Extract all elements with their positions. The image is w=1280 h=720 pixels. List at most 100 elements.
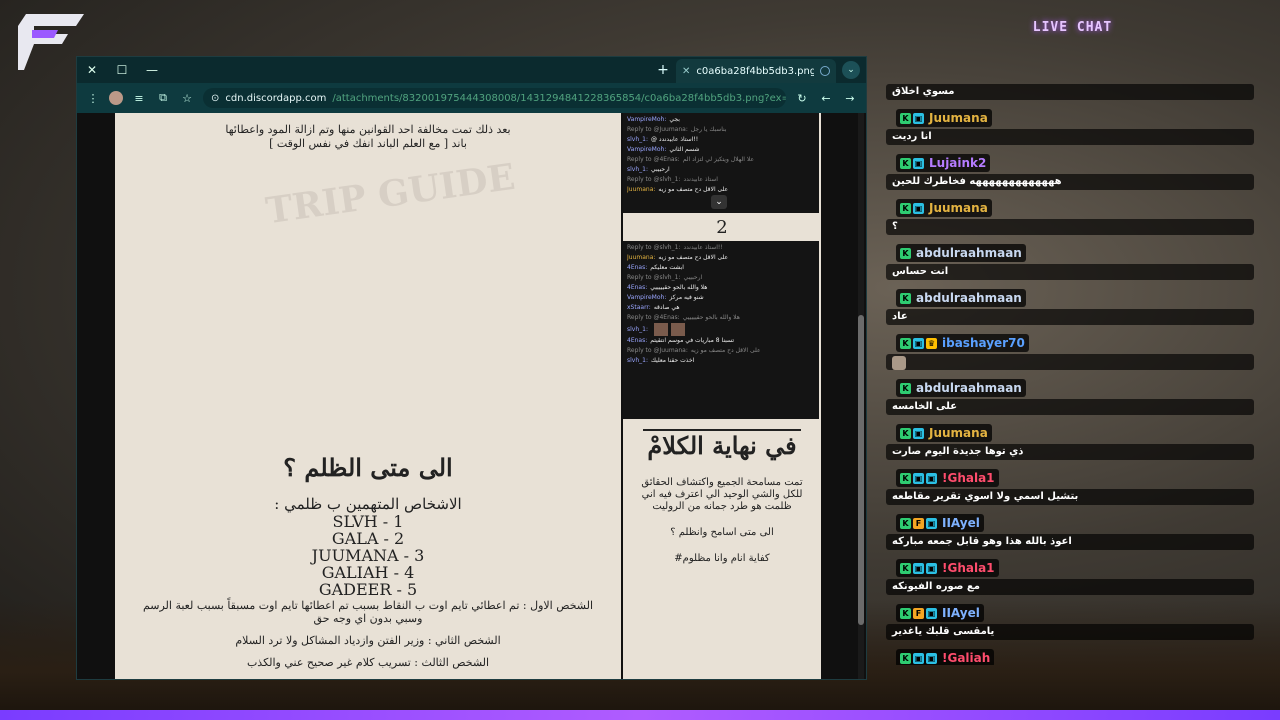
mod-badge-icon: K	[900, 562, 911, 574]
vertical-scrollbar[interactable]	[858, 113, 864, 679]
screenshot-chat-line: Reply to @slvh_1: استاذ عابيدندد	[627, 175, 815, 185]
screenshot-message: على الاقل دح متصف مو زيه	[658, 254, 729, 261]
chat-username[interactable]: Lujaink2	[929, 156, 986, 170]
screenshot-message: تسبنا 8 مباريات في موسم انتقيتم	[650, 337, 734, 344]
chat-username-row[interactable]: Kabdulraahmaan	[896, 244, 1026, 262]
scrollbar-thumb[interactable]	[858, 315, 864, 625]
chat-message: هههههههههههههه فخاطرك للحين	[886, 174, 1254, 190]
chat-message-text: انا رديت	[892, 131, 932, 142]
screenshot-username: Reply to @slvh_1:	[627, 274, 681, 281]
chat-message: ؟	[886, 219, 1254, 235]
forward-icon[interactable]: →	[842, 92, 858, 105]
chat-username-row[interactable]: K ▣ Juumana	[896, 424, 992, 442]
chat-username[interactable]: !Ghala1	[942, 561, 995, 575]
close-tab-icon[interactable]: ✕	[682, 66, 690, 77]
chat-username[interactable]: !Galiah	[942, 651, 990, 665]
chat-message: ذي توها جديدة اليوم صارت	[886, 444, 1254, 460]
mod-badge-icon: K	[900, 517, 911, 529]
vip-badge-icon: ▣	[913, 427, 924, 439]
mod-badge-icon: K	[900, 427, 911, 439]
live-chat-panel: مسوي اخلاق K ▣ Juumana انا رديت K ▣ Lujaink2 ههه…	[886, 60, 1258, 665]
vip-badge-icon: ▣	[926, 472, 937, 484]
chat-username[interactable]: abdulraahmaan	[916, 246, 1022, 260]
mod-badge-icon: K	[900, 157, 911, 169]
chat-username-row[interactable]: K ▣ ▣ !Galiah	[896, 649, 995, 665]
screenshot-message: هي صادقه	[653, 304, 680, 311]
accused-item: GALA - 2	[331, 529, 405, 548]
menu-kebab-icon[interactable]: ⋮	[85, 92, 101, 105]
screenshot-username: Reply to @4Enas:	[627, 156, 680, 163]
screenshot-message: هلا والله بالحو حقيييييي	[682, 314, 740, 321]
chat-message-text: بتشيل اسمي ولا اسوي تقرير مقاطعه	[892, 491, 1079, 502]
chat-username[interactable]: IIAyel	[942, 516, 980, 530]
chat-username-row[interactable]: K ▣ ▣ !Ghala1	[896, 469, 999, 487]
reload-icon[interactable]: ↻	[794, 92, 810, 105]
screenshot-username: Reply to @4Enas:	[627, 314, 680, 321]
vip-badge-icon: ▣	[913, 202, 924, 214]
chat-username-row[interactable]: K ▣ Lujaink2	[896, 154, 991, 172]
chat-username-row[interactable]: K ▣ ♛ ibashayer70	[896, 334, 1029, 352]
back-icon[interactable]: ←	[818, 92, 834, 105]
minimize-window-icon[interactable]: —	[137, 63, 167, 77]
chat-username-row[interactable]: K F ▣ IIAyel	[896, 604, 984, 622]
image-viewer[interactable]: TRIP GUIDE بعد ذلك تمت مخالفة احد القوان…	[77, 113, 866, 679]
maximize-window-icon[interactable]: ☐	[107, 63, 137, 77]
screenshot-username: Reply to @Juumana:	[627, 347, 688, 354]
screenshot-message: بناسبك يا رجل	[690, 126, 727, 133]
mod-badge-icon: K	[900, 472, 911, 484]
chat-message-text: على الخامسه	[892, 401, 958, 412]
screenshot-username: slvh_1:	[627, 357, 648, 364]
screenshot-message: اخذت حقنا معليك	[651, 357, 695, 364]
chat-username[interactable]: ibashayer70	[942, 336, 1025, 350]
vip-badge-icon: ▣	[926, 652, 937, 664]
site-info-icon[interactable]: ⊙	[211, 93, 219, 104]
chat-message: مع صوره الفيونكه	[886, 579, 1254, 595]
screenshot-chat-line: Reply to @Juumana: بناسبك يا رجل	[627, 125, 815, 135]
chat-message-text: عاد	[892, 311, 908, 322]
screenshot-chat-line: VampireMoh: بجي	[627, 115, 815, 125]
extensions-icon[interactable]: ⧉	[155, 91, 171, 105]
chat-username[interactable]: abdulraahmaan	[916, 291, 1022, 305]
url-input[interactable]: ⊙ cdn.discordapp.com/attachments/8320019…	[203, 88, 786, 108]
profile-avatar[interactable]	[109, 91, 123, 105]
new-tab-button[interactable]: +	[650, 62, 676, 78]
live-chat-title: LIVE CHAT	[1032, 20, 1113, 35]
vip-badge-icon: ▣	[913, 112, 924, 124]
chat-username-row[interactable]: K ▣ Juumana	[896, 199, 992, 217]
end-paragraph: تمت مسامحة الجميع واكتشاف الحقائق للكل و…	[641, 477, 803, 512]
screenshot-chat-line: VampireMoh: شسم الثاني	[627, 145, 815, 155]
chat-message-text: ؟	[892, 221, 898, 232]
emote-thumbnail	[654, 323, 668, 336]
end-body: تمت مسامحة الجميع واكتشاف الحقائق للكل و…	[635, 477, 809, 579]
chat-username[interactable]: !Ghala1	[942, 471, 995, 485]
screenshot-message: ارحبيبي	[683, 274, 703, 281]
chat-username-row[interactable]: K ▣ ▣ !Ghala1	[896, 559, 999, 577]
chat-username[interactable]: IIAyel	[942, 606, 980, 620]
chat-username-row[interactable]: Kabdulraahmaan	[896, 379, 1026, 397]
chat-message: انا رديت	[886, 129, 1254, 145]
reading-list-icon[interactable]: ≡	[131, 92, 147, 105]
chat-username[interactable]: Juumana	[929, 111, 988, 125]
chat-username[interactable]: Juumana	[929, 201, 988, 215]
screenshot-username: 4Enas:	[627, 337, 648, 344]
crown-badge-icon: ♛	[926, 337, 937, 349]
chat-username[interactable]: Juumana	[929, 426, 988, 440]
screenshot-username: Reply to @slvh_1:	[627, 244, 681, 251]
tab-image[interactable]: ✕ c0a6ba28f4bb5db3.png (1587×	[676, 59, 836, 83]
screenshot-message: @ استاذ عابيدندد!!	[651, 136, 699, 143]
screenshot-message: على الاقل دح متصف مو زيه	[658, 186, 729, 193]
screenshot-username: Reply to @slvh_1:	[627, 176, 681, 183]
mod-badge-icon: K	[900, 607, 911, 619]
close-window-icon[interactable]: ✕	[77, 63, 107, 77]
chat-username-row[interactable]: K ▣ Juumana	[896, 109, 992, 127]
chat-emote	[892, 356, 906, 370]
browser-window: ✕ ☐ — + ✕ c0a6ba28f4bb5db3.png (1587× ⌄ …	[76, 56, 867, 680]
chat-username-row[interactable]: Kabdulraahmaan	[896, 289, 1026, 307]
vip-badge-icon: ▣	[926, 607, 937, 619]
mod-badge-icon: K	[900, 652, 911, 664]
chat-username[interactable]: abdulraahmaan	[916, 381, 1022, 395]
bookmark-star-icon[interactable]: ☆	[179, 92, 195, 105]
chat-username-row[interactable]: K F ▣ IIAyel	[896, 514, 984, 532]
chat-message: بتشيل اسمي ولا اسوي تقرير مقاطعه	[886, 489, 1254, 505]
tab-search-chevron-icon[interactable]: ⌄	[842, 61, 860, 79]
